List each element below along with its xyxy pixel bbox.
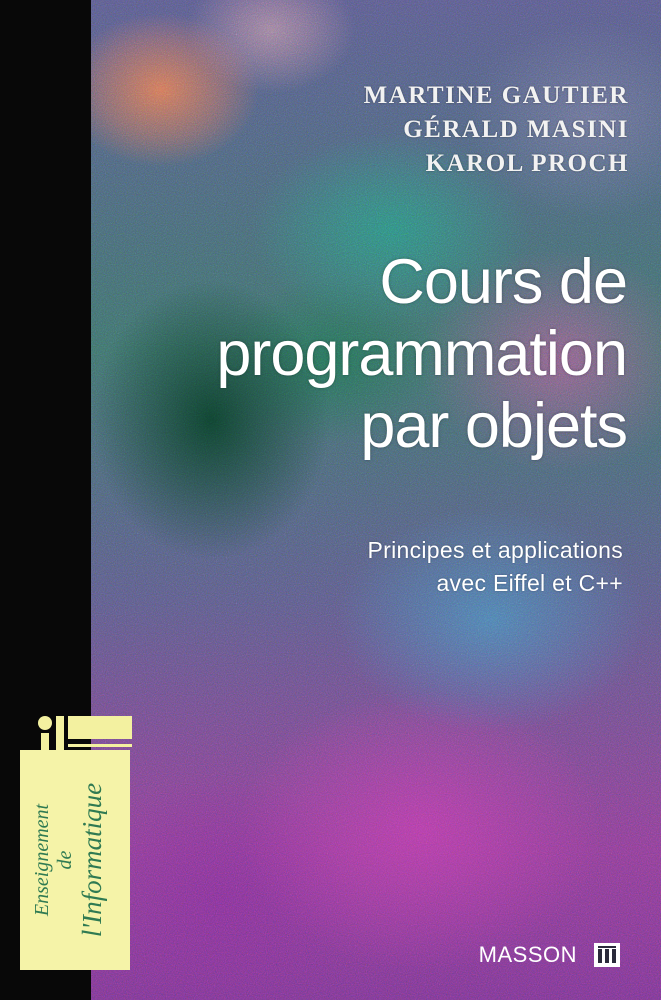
- book-subtitle: Principes et applications avec Eiffel et…: [367, 534, 623, 600]
- title-line: programmation: [216, 319, 628, 389]
- series-name: Enseignement de l'Informatique: [20, 750, 130, 970]
- book-cover: MARTINE GAUTIER GÉRALD MASINI KAROL PROC…: [0, 0, 661, 1000]
- series-panel: Enseignement de l'Informatique: [20, 750, 130, 970]
- title-line: Cours de: [379, 247, 628, 317]
- logo-i-stem: [41, 733, 49, 751]
- series-line: l'Informatique: [77, 782, 107, 938]
- series-line: de: [54, 850, 76, 870]
- author-name: KAROL PROCH: [425, 150, 629, 177]
- logo-dot: [38, 716, 52, 730]
- book-title: Cours de programmation par objets: [216, 246, 628, 462]
- series-logo-icon: [32, 716, 134, 752]
- logo-underline: [68, 744, 132, 747]
- logo-bar: [68, 716, 132, 739]
- publisher-name: MASSON: [478, 942, 577, 967]
- logo-l-stem: [56, 716, 64, 751]
- subtitle-line: avec Eiffel et C++: [436, 570, 623, 596]
- subtitle-line: Principes et applications: [367, 537, 623, 563]
- publisher-logo-icon: [594, 943, 620, 967]
- series-line: Enseignement: [31, 803, 53, 917]
- author-name: MARTINE GAUTIER: [363, 82, 629, 109]
- author-name: GÉRALD MASINI: [403, 116, 629, 143]
- title-line: par objets: [360, 391, 628, 461]
